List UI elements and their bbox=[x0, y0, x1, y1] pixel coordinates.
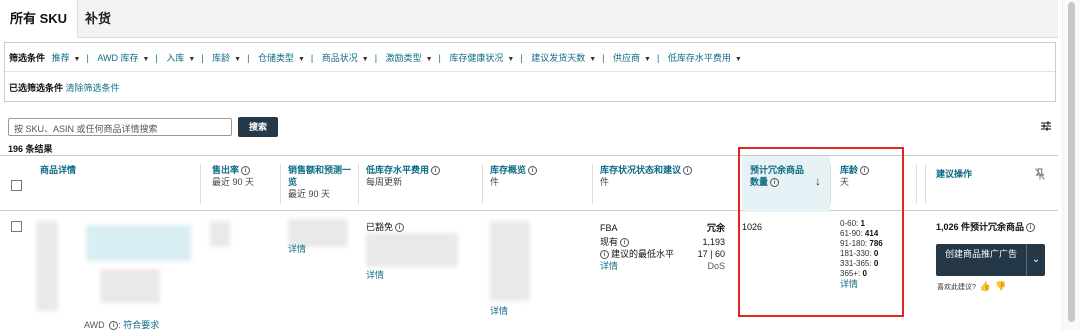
available-value: 1,193 bbox=[702, 237, 725, 247]
selected-filters-label: 已选筛选条件 bbox=[9, 83, 64, 93]
divider bbox=[592, 164, 593, 204]
sales-details-link[interactable]: 详情 bbox=[288, 243, 306, 255]
filter-incentive[interactable]: 激励类型 ▼ bbox=[386, 51, 433, 64]
scrollbar-thumb[interactable] bbox=[1068, 2, 1075, 322]
action-summary: 1,026 件预计冗余商品 i bbox=[936, 221, 1036, 233]
filter-age[interactable]: 库龄 ▼ bbox=[212, 51, 241, 64]
row-checkbox[interactable] bbox=[11, 221, 22, 232]
divider bbox=[280, 164, 281, 204]
col-action[interactable]: 建议操作 bbox=[936, 168, 972, 180]
low-fee-blurred bbox=[366, 233, 458, 267]
info-icon: i bbox=[600, 250, 609, 260]
col-low-fee[interactable]: 低库存水平费用 i 每周更新 bbox=[366, 164, 478, 188]
divider bbox=[5, 71, 1055, 72]
thumbs-up-icon[interactable]: 👍 bbox=[980, 281, 991, 292]
col-overview[interactable]: 库存概览 i 件 bbox=[490, 164, 590, 188]
filter-panel: 筛选条件 推荐 ▼ | AWD 库存 ▼ | 入库 ▼ | 库龄 ▼ | 仓储类型 ▼ | 商品状况… bbox=[4, 42, 1056, 102]
caret-down-icon: ▼ bbox=[142, 56, 150, 63]
caret-down-icon: ▼ bbox=[644, 56, 651, 63]
col-sales[interactable]: 销售额和预测一览 最近 90 天 bbox=[288, 164, 354, 200]
select-all-checkbox[interactable] bbox=[11, 180, 22, 191]
filter-condition[interactable]: 商品状况 ▼ bbox=[322, 51, 369, 64]
info-icon: i bbox=[620, 238, 630, 248]
info-icon: i bbox=[528, 166, 538, 176]
caret-down-icon: ▼ bbox=[361, 56, 369, 63]
clear-filters-link[interactable]: 清除筛选条件 bbox=[66, 83, 120, 93]
filter-low-fee[interactable]: 低库存水平费用 ▼ bbox=[668, 51, 742, 64]
tab-all-sku[interactable]: 所有 SKU bbox=[0, 0, 78, 38]
col-sell-through[interactable]: 售出率 i 最近 90 天 bbox=[212, 164, 277, 188]
col-product[interactable]: 商品详情 bbox=[40, 164, 76, 176]
caret-down-icon: ▼ bbox=[425, 56, 433, 63]
divider bbox=[482, 164, 483, 204]
health-details-link[interactable]: 详情 bbox=[600, 261, 618, 271]
divider bbox=[200, 164, 201, 204]
search-input[interactable]: 按 SKU、ASIN 或任何商品详情搜索 bbox=[8, 118, 232, 136]
thumbs-down-icon[interactable]: 👎 bbox=[995, 281, 1006, 292]
selected-filters: 已选筛选条件 清除筛选条件 bbox=[9, 81, 120, 94]
caret-down-icon: ▼ bbox=[589, 56, 597, 63]
filter-inbound[interactable]: 入库 ▼ bbox=[166, 51, 195, 64]
min-level-value: 17 | 60 bbox=[697, 249, 725, 259]
filter-label: 筛选条件 bbox=[9, 53, 46, 63]
column-settings-icon[interactable] bbox=[1040, 120, 1052, 132]
sell-through-blurred bbox=[210, 221, 230, 247]
filter-ship-days[interactable]: 建议发货天数 ▼ bbox=[531, 51, 596, 64]
health-details: FBA 冗余 现有 i 1,193 i 建议的最低水平 17 | 60 详情 DoS bbox=[600, 222, 725, 272]
filter-supplier[interactable]: 供应商 ▼ bbox=[613, 51, 651, 64]
caret-down-icon: ▼ bbox=[73, 56, 81, 63]
feedback-prompt: 喜欢此建议? 👍 👎 bbox=[937, 281, 1007, 292]
create-sponsored-ad-button[interactable]: 创建商品推广广告 bbox=[936, 244, 1026, 276]
caret-down-icon: ▼ bbox=[297, 56, 305, 63]
info-icon: i bbox=[241, 166, 251, 176]
fba-label: FBA bbox=[600, 223, 618, 233]
info-icon: i bbox=[109, 321, 119, 330]
health-status: 冗余 bbox=[706, 223, 725, 233]
overview-blurred bbox=[490, 221, 530, 301]
unpin-icon[interactable] bbox=[1035, 168, 1045, 180]
product-image-blurred bbox=[36, 221, 58, 311]
product-id-blurred bbox=[100, 269, 160, 303]
caret-down-icon: ▼ bbox=[507, 56, 515, 63]
caret-down-icon: ▼ bbox=[734, 56, 742, 63]
low-fee-details-link[interactable]: 详情 bbox=[366, 269, 384, 281]
info-icon: i bbox=[395, 223, 405, 233]
divider bbox=[925, 164, 926, 204]
divider bbox=[916, 164, 917, 204]
product-title-blurred bbox=[86, 225, 191, 261]
tab-bar: 所有 SKU 补货 bbox=[0, 0, 1058, 38]
filter-row: 筛选条件 推荐 ▼ | AWD 库存 ▼ | 入库 ▼ | 库龄 ▼ | 仓储类型 ▼ | 商品状况… bbox=[9, 51, 742, 64]
search-button[interactable]: 搜索 bbox=[238, 117, 278, 137]
results-count: 196 条结果 bbox=[8, 144, 53, 154]
info-icon: i bbox=[683, 166, 693, 176]
exempt-status: 已豁免 i bbox=[366, 221, 405, 233]
dos-label: DoS bbox=[707, 261, 725, 271]
overview-details-link[interactable]: 详情 bbox=[490, 305, 508, 317]
filter-recommended[interactable]: 推荐 ▼ bbox=[52, 51, 81, 64]
available-label: 现有 i bbox=[600, 237, 630, 248]
chevron-down-icon[interactable]: ⌄ bbox=[1026, 244, 1045, 276]
min-level-label: i 建议的最低水平 bbox=[600, 249, 674, 260]
info-icon: i bbox=[1026, 223, 1036, 233]
highlight-annotation bbox=[738, 147, 904, 317]
col-health[interactable]: 库存状况状态和建议 i 件 bbox=[600, 164, 735, 188]
caret-down-icon: ▼ bbox=[234, 56, 242, 63]
caret-down-icon: ▼ bbox=[188, 56, 196, 63]
tab-replenish[interactable]: 补货 bbox=[85, 0, 111, 38]
divider bbox=[358, 164, 359, 204]
filter-health[interactable]: 库存健康状况 ▼ bbox=[449, 51, 514, 64]
info-icon: i bbox=[431, 166, 441, 176]
filter-storage-type[interactable]: 仓储类型 ▼ bbox=[258, 51, 305, 64]
awd-status: AWD i: 符合要求 bbox=[84, 320, 160, 330]
filter-awd[interactable]: AWD 库存 ▼ bbox=[97, 51, 149, 64]
